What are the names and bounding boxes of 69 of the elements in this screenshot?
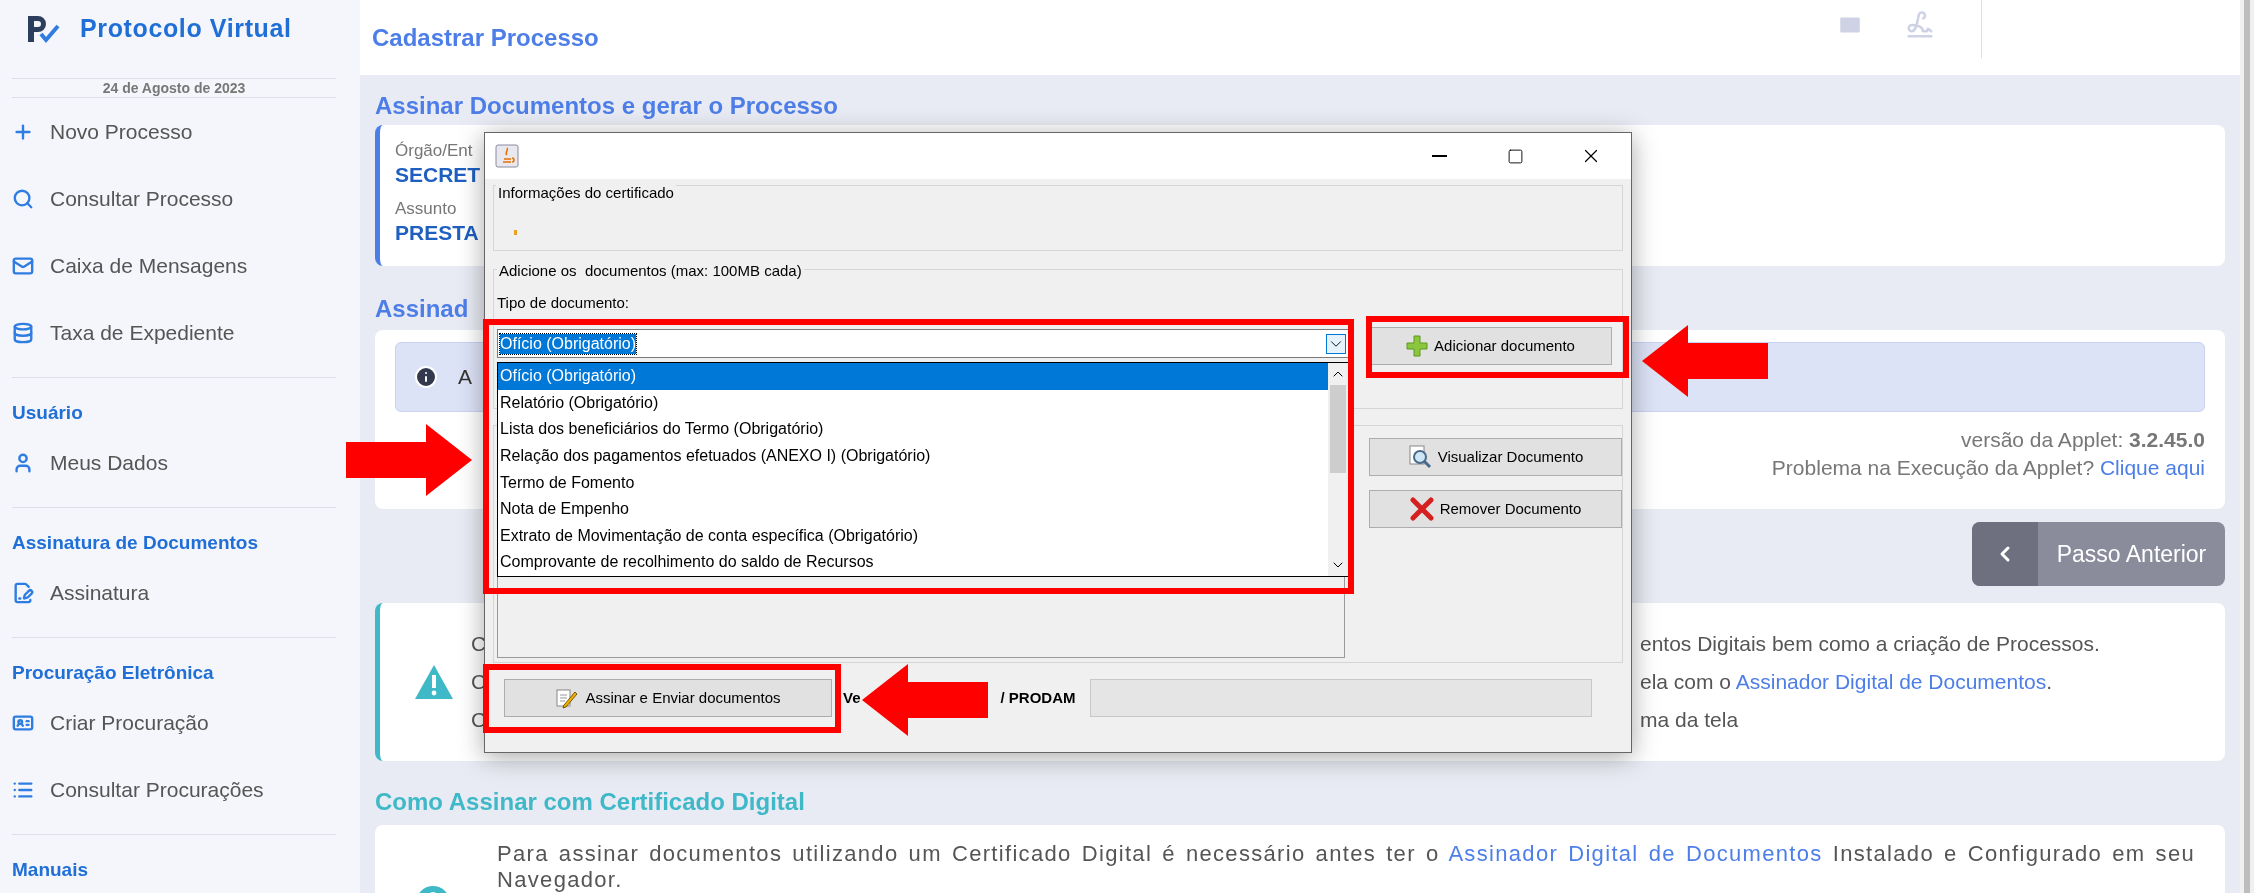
dropdown-option[interactable]: Nota de Empenho	[498, 495, 1328, 523]
nav-item[interactable]: Novo Processo	[12, 98, 336, 165]
dropdown-option[interactable]: Comprovante de recolhimento do saldo de Recursos	[498, 549, 1328, 576]
version-label: / PRODAM	[1000, 687, 1076, 708]
page-title: Cadastrar Processo	[372, 22, 599, 53]
arrow-icon	[1642, 325, 1768, 397]
nav-item[interactable]: Taxa de Expediente	[12, 299, 336, 366]
user-icon	[12, 451, 34, 474]
section-heading: Usuário	[12, 401, 84, 425]
help-link[interactable]: Clique aqui	[2099, 456, 2205, 479]
applet-version: versão da Applet: 3.2.45.0	[1960, 427, 2205, 453]
search-icon	[12, 187, 34, 210]
banner-text: A	[458, 364, 472, 391]
pen-document-icon	[555, 686, 580, 710]
dropdown-option[interactable]: Termo de Fomento	[498, 469, 1328, 496]
assinador-link[interactable]: Assinador Digital de Documentos	[1735, 670, 2047, 693]
brand-name: Protocolo Virtual	[80, 13, 292, 45]
notice-text: ma da tela	[1640, 709, 1739, 731]
document-type-select[interactable]: Ofício (Obrigatório)	[497, 329, 1349, 358]
section-heading: Assinad	[375, 294, 469, 324]
date-label: 24 de Agosto de 2023	[101, 79, 247, 97]
notice-text: entos Digitais bem como a criação de Processos.	[1640, 633, 2100, 655]
assinador-link[interactable]: Assinador Digital de Documentos	[1448, 841, 1823, 866]
warning-icon	[414, 664, 454, 700]
nav-item[interactable]: Consultar Procurações	[12, 756, 336, 823]
plus-icon	[1406, 335, 1429, 357]
magnifier-icon	[1407, 445, 1432, 469]
section-heading: Manuais	[12, 858, 90, 882]
logo-icon	[26, 14, 60, 44]
signature-icon	[12, 581, 34, 604]
section-heading: Assinatura de Documentos	[12, 531, 259, 555]
signature-icon[interactable]	[1905, 10, 1935, 40]
section-heading: Como Assinar com Certificado Digital	[375, 787, 806, 817]
dropdown-option[interactable]: Extrato de Movimentação de conta específica (Obrigatório)	[498, 522, 1328, 550]
field-value: SECRET	[395, 163, 481, 187]
field-label: Órgão/Ent	[395, 140, 473, 162]
section-heading: Assinar Documentos e gerar o Processo	[375, 91, 839, 121]
dropdown-option[interactable]: Relatório (Obrigatório)	[498, 389, 1328, 417]
add-document-button[interactable]: Adicionar documento	[1369, 327, 1612, 365]
nav-item[interactable]: Assinatura	[12, 559, 336, 626]
field-value: PRESTA	[395, 221, 479, 245]
nav-item[interactable]: Consultar Processo	[12, 165, 336, 232]
version-label: Ve	[843, 687, 861, 708]
java-icon	[495, 144, 519, 168]
version-field[interactable]	[1089, 679, 1592, 717]
dropdown-option[interactable]: Lista dos beneficiários do Termo (Obrigatório)	[498, 416, 1328, 443]
delete-icon	[1409, 497, 1434, 521]
scrollbar[interactable]	[2240, 0, 2254, 893]
minimize-icon	[1431, 155, 1447, 157]
dropdown-option[interactable]: Ofício (Obrigatório)	[498, 363, 1328, 390]
dropdown-option[interactable]: Relação dos pagamentos efetuados (ANEXO I) (Obrigatório)	[498, 442, 1328, 470]
sign-send-button[interactable]: Assinar e Enviar documentos	[504, 679, 832, 717]
field-label: Assunto	[395, 198, 457, 220]
maximize-icon	[1506, 147, 1524, 165]
arrow-icon	[346, 424, 472, 496]
howto-text: Para assinar documentos utilizando um Certificado Digital é necessário antes ter o Assinador Digital de Documentos Instalado e Configurado em seu Navegador.	[497, 841, 2195, 893]
scrollbar[interactable]	[1328, 363, 1348, 576]
notice-text: ela com o Assinador Digital de Documentos.	[1640, 671, 2053, 693]
applet-help-text: Problema na Execução da Applet? Clique aqui	[1771, 455, 2205, 481]
nav-item[interactable]: Meus Dados	[12, 429, 336, 496]
view-document-button[interactable]: Visualizar Documento	[1369, 438, 1622, 476]
field-label: Tipo de documento:	[497, 293, 630, 313]
coins-icon	[12, 321, 34, 344]
nav-item[interactable]: Caixa de Mensagens	[12, 232, 336, 299]
section-heading: Procuração Eletrônica	[12, 661, 215, 685]
info-icon	[414, 365, 438, 389]
remove-document-button[interactable]: Remover Documento	[1369, 490, 1622, 528]
arrow-icon	[862, 664, 988, 736]
nav-item[interactable]: Criar Procuração	[12, 689, 336, 756]
